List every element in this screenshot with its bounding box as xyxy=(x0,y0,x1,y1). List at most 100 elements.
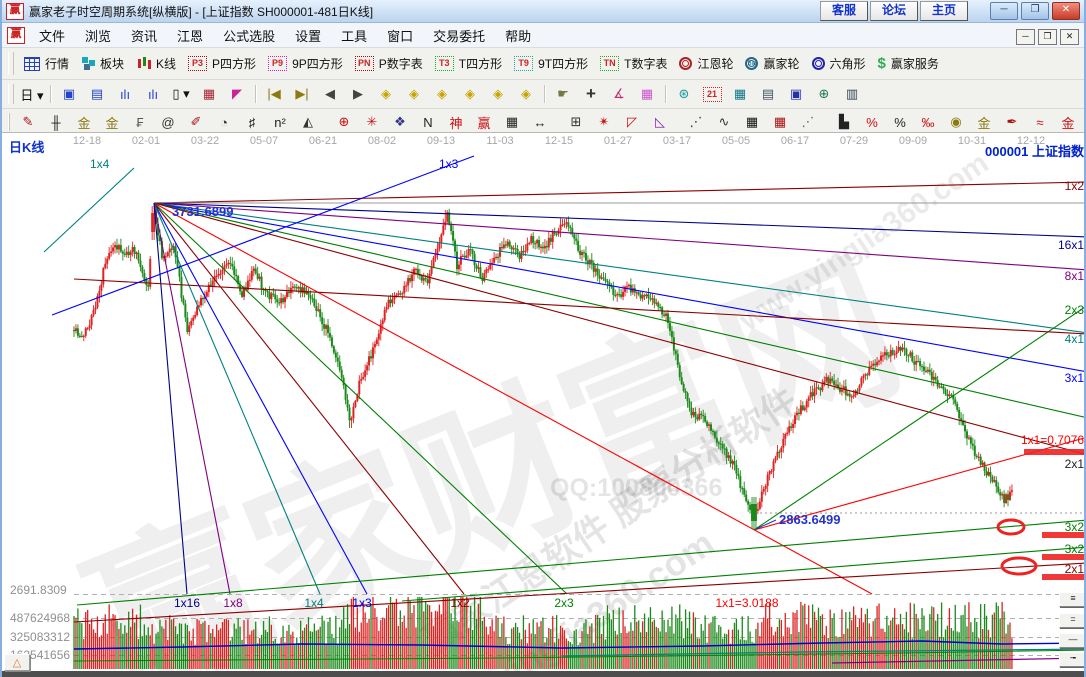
restore-button[interactable]: ❐ xyxy=(1021,2,1049,20)
period-day-dropdown[interactable]: 日 ▾ xyxy=(18,84,46,105)
tool-K线[interactable]: K线 xyxy=(130,53,182,74)
percent-icon[interactable]: % xyxy=(886,112,914,133)
price-columns-icon[interactable]: ▙ xyxy=(830,112,858,133)
pc-sync-icon[interactable]: ▥ xyxy=(838,84,866,105)
web-grid-icon[interactable]: ❖ xyxy=(386,112,414,133)
menu-item-浏览[interactable]: 浏览 xyxy=(75,23,121,48)
gold-section-icon[interactable]: 金 xyxy=(70,112,98,133)
menu-item-文件[interactable]: 文件 xyxy=(29,23,75,48)
gold-circle-icon[interactable]: ◉ xyxy=(942,112,970,133)
tool-赢家服务[interactable]: $赢家服务 xyxy=(872,53,945,74)
menu-close-button[interactable]: ✕ xyxy=(1060,29,1079,45)
tool-P四方形[interactable]: P3P四方形 xyxy=(182,53,262,74)
fan-grid-icon[interactable]: ◺ xyxy=(646,112,674,133)
pane-expand-button[interactable]: △ xyxy=(4,654,30,671)
slash-steps-icon[interactable]: ⋰ xyxy=(682,112,710,133)
gann-pencil-icon[interactable]: ✎ xyxy=(14,112,42,133)
red-rays-icon[interactable]: ✴ xyxy=(590,112,618,133)
minimize-button[interactable]: ─ xyxy=(990,2,1018,20)
pattern-restore-icon[interactable]: ▣ xyxy=(55,84,83,105)
web-update-icon[interactable]: ⊕ xyxy=(810,84,838,105)
ying-tool-icon[interactable]: 赢 xyxy=(470,112,498,133)
diamond-cross-icon[interactable]: ◈ xyxy=(456,84,484,105)
diamond-expand-icon[interactable]: ◈ xyxy=(428,84,456,105)
calendar-icon[interactable]: 21 xyxy=(698,84,726,105)
fibonacci-f-icon[interactable]: ₣ xyxy=(126,112,154,133)
tool-赢家轮[interactable]: Big赢家轮 xyxy=(739,53,805,74)
grid-123-icon[interactable]: ▦ xyxy=(498,112,526,133)
color-chart-icon[interactable]: ◤ xyxy=(223,84,251,105)
crosshair-icon[interactable]: + xyxy=(577,84,605,105)
bars-9-icon[interactable]: ılı xyxy=(139,84,167,105)
brush-icon[interactable]: ✒ xyxy=(998,112,1026,133)
close-button[interactable]: ✕ xyxy=(1052,2,1080,20)
calculator-icon[interactable]: ▦ xyxy=(726,84,754,105)
diamond-left-icon[interactable]: ◈ xyxy=(372,84,400,105)
menu-item-工具[interactable]: 工具 xyxy=(331,23,377,48)
menu-restore-button[interactable]: ❐ xyxy=(1038,29,1057,45)
mirror-angle-icon[interactable]: ◭ xyxy=(294,112,322,133)
menu-item-帮助[interactable]: 帮助 xyxy=(495,23,541,48)
last-bar-icon[interactable]: ▶| xyxy=(288,84,316,105)
tool-T四方形[interactable]: T3T四方形 xyxy=(429,53,508,74)
diamond-star-icon[interactable]: ◈ xyxy=(484,84,512,105)
menu-minimize-button[interactable]: ─ xyxy=(1016,29,1035,45)
notepad-icon[interactable]: ▤ xyxy=(754,84,782,105)
red-grid-icon[interactable]: ▦ xyxy=(766,112,794,133)
span-measure-icon[interactable]: ↔ xyxy=(526,112,554,133)
menu-item-交易委托[interactable]: 交易委托 xyxy=(423,23,495,48)
bars-3-icon[interactable]: ılı xyxy=(111,84,139,105)
pane-slider-button[interactable]: ╼ xyxy=(1059,652,1086,667)
cycle-box-icon[interactable]: ▦ xyxy=(195,84,223,105)
quick-button-1[interactable]: 客服 xyxy=(820,1,868,21)
tool-9P四方形[interactable]: P99P四方形 xyxy=(262,53,349,74)
tool-板块[interactable]: 板块 xyxy=(75,53,130,74)
next-bar-icon[interactable]: ▶ xyxy=(344,84,372,105)
permille-icon[interactable]: ‰ xyxy=(914,112,942,133)
j-angle-icon[interactable]: J xyxy=(1082,112,1086,133)
menu-item-江恩[interactable]: 江恩 xyxy=(167,23,213,48)
horizontal-scrollbar[interactable] xyxy=(2,671,1086,677)
target-cross-icon[interactable]: ⊕ xyxy=(330,112,358,133)
box-rays-icon[interactable]: ◸ xyxy=(618,112,646,133)
chart-area[interactable]: 日K线 12-1802-0103-2205-0706-2108-0209-131… xyxy=(2,132,1086,671)
parallel-lines-icon[interactable]: ⋰ xyxy=(794,112,822,133)
diamond-plus-icon[interactable]: ◈ xyxy=(512,84,540,105)
first-bar-icon[interactable]: |◀ xyxy=(260,84,288,105)
hand-drag-icon[interactable]: ☛ xyxy=(549,84,577,105)
pane-one-third-button[interactable]: — xyxy=(1059,633,1086,648)
time-cycle-icon[interactable]: ◔ xyxy=(210,112,238,133)
star-rays-icon[interactable]: ✳ xyxy=(358,112,386,133)
gann-grid-icon[interactable]: ▦ xyxy=(633,84,661,105)
menu-item-窗口[interactable]: 窗口 xyxy=(377,23,423,48)
quick-button-3[interactable]: 主页 xyxy=(920,1,968,21)
pane-two-thirds-button[interactable]: = xyxy=(1059,613,1086,628)
pane-full-button[interactable]: ≡ xyxy=(1059,592,1086,607)
black-grid-icon[interactable]: ▦ xyxy=(738,112,766,133)
tool-9T四方形[interactable]: T99T四方形 xyxy=(508,53,594,74)
tool-P数字表[interactable]: PNP数字表 xyxy=(349,53,429,74)
tool-行情[interactable]: 行情 xyxy=(18,53,75,74)
angle-measure-icon[interactable]: ∡ xyxy=(605,84,633,105)
gold-line-icon[interactable]: 金 xyxy=(970,112,998,133)
kline-plot[interactable]: 赢家财富网 赢家江恩软件 股票分析软件 www.yingjia360.com w… xyxy=(2,132,1086,671)
menu-item-资讯[interactable]: 资讯 xyxy=(121,23,167,48)
quick-button-2[interactable]: 论坛 xyxy=(870,1,918,21)
comb-lines-icon[interactable]: ♯ xyxy=(238,112,266,133)
n-square-icon[interactable]: n² xyxy=(266,112,294,133)
menu-item-设置[interactable]: 设置 xyxy=(285,23,331,48)
prev-bar-icon[interactable]: ◀ xyxy=(316,84,344,105)
menu-item-公式选股[interactable]: 公式选股 xyxy=(213,23,285,48)
tool-六角形[interactable]: 六角形 xyxy=(806,53,872,74)
tool-T数字表[interactable]: TNT数字表 xyxy=(594,53,673,74)
time-ruler-icon[interactable]: ╫ xyxy=(42,112,70,133)
shen-tool-icon[interactable]: 神 xyxy=(442,112,470,133)
info-panel-icon[interactable]: ▤ xyxy=(83,84,111,105)
gold-section-alt-icon[interactable]: 金 xyxy=(98,112,126,133)
save-disk-icon[interactable]: ▣ xyxy=(782,84,810,105)
notch-mark-icon[interactable]: N xyxy=(414,112,442,133)
channel-wave-icon[interactable]: ≈ xyxy=(1026,112,1054,133)
pane-grid-icon[interactable]: ⊞ xyxy=(562,112,590,133)
pencil-ruler-icon[interactable]: ✐ xyxy=(182,112,210,133)
candle-style-dropdown[interactable]: ▯ ▾ xyxy=(167,84,195,105)
